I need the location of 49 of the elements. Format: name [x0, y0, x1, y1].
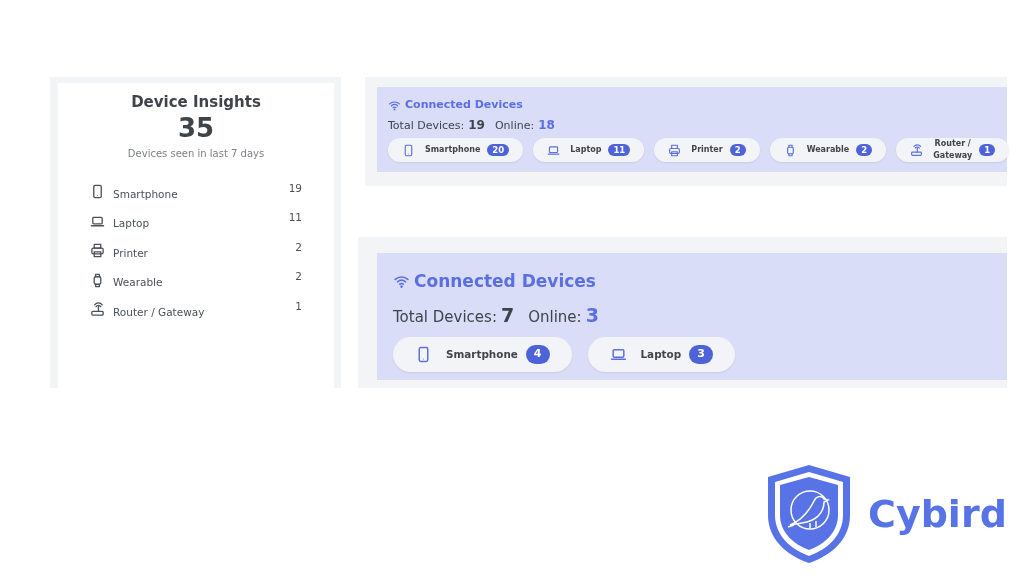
- brand-name: Cybird: [868, 490, 1007, 538]
- phone-icon: [402, 143, 415, 157]
- total-count: 7: [500, 302, 515, 328]
- device-count: 11: [288, 210, 302, 226]
- count-badge: 11: [608, 143, 631, 157]
- device-label: Router / Gateway: [113, 304, 206, 320]
- count-badge: 1: [979, 143, 996, 157]
- device-label: Printer: [113, 245, 149, 261]
- count-badge: 3: [689, 345, 713, 364]
- router-icon: [910, 143, 924, 157]
- device-label: Wearable: [113, 275, 164, 291]
- total-count: 19: [468, 116, 485, 134]
- device-filter-chip[interactable]: Printer 2: [654, 138, 760, 162]
- online-count: 3: [585, 302, 599, 328]
- phone-icon: [90, 184, 105, 200]
- device-filter-chip[interactable]: Smartphone 20: [388, 138, 524, 162]
- shield-logo-icon: [766, 463, 852, 565]
- router-icon: [90, 302, 105, 318]
- device-count: 19: [288, 180, 302, 196]
- total-count: 35: [177, 113, 215, 143]
- laptop-icon: [609, 346, 627, 363]
- count-badge: 2: [729, 143, 746, 157]
- device-label: Laptop: [113, 216, 151, 232]
- device-filter-chip[interactable]: Router / Gateway 1: [896, 138, 1010, 162]
- device-filter-chip[interactable]: Laptop 11: [533, 138, 645, 162]
- wifi-icon: [393, 273, 410, 291]
- online-label: Online:: [528, 306, 582, 328]
- online-count: 18: [538, 116, 555, 134]
- device-count: 2: [295, 239, 302, 255]
- device-filter-chip[interactable]: Wearable 2: [769, 138, 887, 162]
- wifi-icon: [388, 98, 401, 112]
- card-title: Device Insights: [131, 92, 261, 113]
- card-subtitle: Devices seen in last 7 days: [127, 147, 265, 162]
- total-label: Total Devices:: [388, 117, 465, 134]
- online-label: Online:: [494, 117, 535, 134]
- count-badge: 2: [856, 143, 873, 157]
- total-label: Total Devices:: [393, 306, 497, 328]
- device-count: 1: [295, 298, 302, 314]
- panel-title: Connected Devices: [414, 270, 596, 293]
- printer-icon: [90, 243, 105, 259]
- device-filter-chip[interactable]: Smartphone 4: [393, 337, 572, 372]
- device-count: 2: [295, 269, 302, 285]
- laptop-icon: [547, 143, 561, 157]
- panel-title: Connected Devices: [405, 97, 523, 113]
- printer-icon: [668, 143, 682, 157]
- count-badge: 20: [487, 143, 510, 157]
- device-filter-chip[interactable]: Laptop 3: [587, 337, 735, 372]
- device-label: Smartphone: [113, 186, 179, 202]
- count-badge: 4: [525, 345, 550, 364]
